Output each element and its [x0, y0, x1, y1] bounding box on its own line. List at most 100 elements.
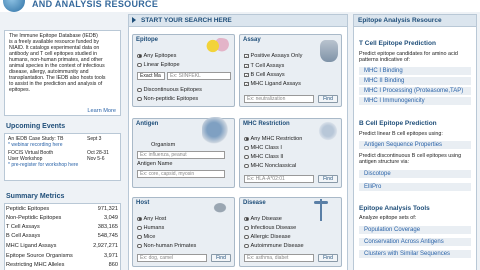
organism-label: Organism: [151, 142, 176, 148]
event-note[interactable]: * pre-register for workshop here: [8, 162, 78, 168]
metric-label: B Cell Assays: [6, 233, 41, 239]
ellipro-link[interactable]: ElliPro: [359, 182, 471, 191]
events-panel: An IEDB Case Study: TB Sept 3 * webinar …: [4, 133, 121, 181]
autoimmune-disease-radio[interactable]: Autoimmune Disease: [244, 243, 304, 249]
option-label: Non-human Primates: [143, 243, 197, 249]
event-date: Nov 5-6: [87, 156, 105, 162]
intro-text: The Immune Epitope Database (IEDB) is a …: [9, 33, 119, 93]
mhc-i-processing-link[interactable]: MHC I Processing (Proteasome,TAP): [359, 86, 471, 95]
mhc-class-ii-radio[interactable]: MHC Class II: [244, 154, 283, 160]
tools-title: Epitope Analysis Tools: [359, 205, 430, 212]
events-title: Upcoming Events: [6, 123, 66, 130]
disease-input[interactable]: Ex: asthma, diabet: [244, 254, 314, 262]
any-host-radio[interactable]: Any Host: [137, 216, 166, 222]
epitope-match-select[interactable]: Exact Ma: [137, 72, 165, 80]
option-label: Any Host: [143, 216, 167, 222]
bcell-desc: antigen structure via:: [359, 159, 410, 165]
option-label: Positive Assays Only: [250, 53, 303, 59]
mhc-box-title: MHC Restriction: [243, 121, 290, 127]
infectious-disease-radio[interactable]: Infectious Disease: [244, 225, 296, 231]
antigen-name-input[interactable]: Ex: core, capsid, myosin: [137, 170, 225, 178]
mhc-find-button[interactable]: Find: [318, 175, 338, 183]
metric-value: 3,971: [104, 253, 118, 259]
disease-box-title: Disease: [243, 200, 266, 206]
metric-row: Restricting MHC Alleles 860: [6, 262, 118, 268]
mice-radio[interactable]: Mice: [137, 234, 155, 240]
disease-find-button[interactable]: Find: [318, 254, 338, 262]
metric-label: Non-Peptidic Epitopes: [6, 215, 62, 221]
conservation-link[interactable]: Conservation Across Antigens: [359, 237, 471, 246]
tcell-title: T Cell Epitope Prediction: [359, 40, 436, 47]
assay-box-title: Assay: [243, 37, 261, 43]
mhc-ligand-assays-checkbox[interactable]: ✓ MHC Ligand Assays: [244, 81, 301, 87]
metric-label: MHC Ligand Assays: [6, 243, 57, 249]
event-date: Sept 3: [87, 136, 102, 142]
positive-assays-checkbox[interactable]: ✓ Positive Assays Only: [244, 53, 302, 59]
bcell-assays-checkbox[interactable]: ✓ B Cell Assays: [244, 72, 285, 78]
non-human-primates-radio[interactable]: Non-human Primates: [137, 243, 196, 249]
tcell-assays-checkbox[interactable]: ✓ T Cell Assays: [244, 63, 284, 69]
any-mhc-radio[interactable]: Any MHC Restriction: [244, 136, 302, 142]
antigen-box-title: Antigen: [136, 121, 159, 127]
intro-line: epitopes.: [9, 87, 31, 93]
caduceus-wings: [314, 201, 328, 204]
mhc-i-immunogenicity-link[interactable]: MHC I Immunogenicity: [359, 96, 471, 105]
option-label: Any MHC Restriction: [250, 136, 303, 142]
host-box-title: Host: [136, 200, 150, 206]
discontinuous-epitopes-radio[interactable]: Discontinuous Epitopes: [137, 87, 202, 93]
antigen-sequence-properties-link[interactable]: Antigen Sequence Properties: [359, 140, 471, 149]
assay-flask-icon: [320, 40, 338, 62]
assay-input[interactable]: Ex: neutralization: [244, 95, 314, 103]
analysis-title: Epitope Analysis Resource: [354, 15, 476, 27]
clusters-link[interactable]: Clusters with Similar Sequences: [359, 249, 471, 258]
metric-label: T Cell Assays: [6, 224, 40, 230]
option-label: Any Disease: [250, 216, 282, 222]
organism-input[interactable]: Ex: influenza, peanut: [137, 151, 225, 159]
population-coverage-link[interactable]: Population Coverage: [359, 225, 471, 234]
option-label: Non-peptidic Epitopes: [143, 96, 199, 102]
mhc-ii-binding-link[interactable]: MHC II Binding: [359, 76, 471, 85]
metric-value: 548,745: [97, 233, 118, 239]
tools-desc: Analyze epitope sets of:: [359, 215, 417, 221]
intro-panel: The Immune Epitope Database (IEDB) is a …: [4, 30, 121, 116]
tcell-desc: patterns indicative of:: [359, 57, 410, 63]
mhc-input[interactable]: Ex: HLA-A*02:01: [244, 175, 314, 183]
logo-text[interactable]: AND ANALYSIS RESOURCE: [32, 0, 158, 9]
learn-more-link[interactable]: Learn More: [87, 108, 116, 114]
event-note[interactable]: * webinar recording here: [8, 142, 62, 148]
non-peptidic-epitopes-radio[interactable]: Non-peptidic Epitopes: [137, 96, 198, 102]
option-label: Linear Epitope: [143, 62, 180, 68]
antigen-name-label: Antigen Name: [137, 161, 173, 167]
option-label: Autoimmune Disease: [250, 243, 304, 249]
metric-row: Non-Peptidic Epitopes 3,049: [6, 215, 118, 221]
discotope-link[interactable]: Discotope: [359, 169, 471, 178]
option-label: MHC Ligand Assays: [250, 81, 301, 87]
metric-label: Epitope Source Organisms: [6, 253, 73, 259]
search-panel-title: START YOUR SEARCH HERE: [129, 15, 347, 27]
metric-value: 2,927,271: [93, 243, 118, 249]
host-find-button[interactable]: Find: [211, 254, 231, 262]
option-label: B Cell Assays: [250, 72, 285, 78]
epitope-molecule-icon: [205, 38, 231, 54]
bcell-desc: Predict linear B cell epitopes using:: [359, 131, 443, 137]
mhc-i-binding-link[interactable]: MHC I Binding: [359, 66, 471, 75]
epitope-sequence-input[interactable]: Ex: SIINFEKL: [167, 72, 231, 80]
mhc-nonclassical-radio[interactable]: MHC Nonclassical: [244, 163, 296, 169]
humans-radio[interactable]: Humans: [137, 225, 164, 231]
epitope-box-title: Epitope: [136, 37, 158, 43]
metric-label: Peptidic Epitopes: [6, 206, 50, 212]
search-title-text: START YOUR SEARCH HERE: [141, 17, 232, 24]
disease-box: Disease Any Disease Infectious Disease A…: [239, 197, 342, 267]
host-input[interactable]: Ex: dog, camel: [137, 254, 207, 262]
any-epitopes-radio[interactable]: Any Epitopes: [137, 53, 176, 59]
mhc-class-i-radio[interactable]: MHC Class I: [244, 145, 282, 151]
assay-find-button[interactable]: Find: [318, 95, 338, 103]
option-label: T Cell Assays: [250, 63, 285, 69]
metrics-title: Summary Metrics: [6, 193, 65, 200]
linear-epitope-radio[interactable]: Linear Epitope: [137, 62, 180, 68]
any-disease-radio[interactable]: Any Disease: [244, 216, 282, 222]
metric-value: 860: [108, 262, 118, 268]
option-label: MHC Class I: [250, 145, 282, 151]
option-label: Any Epitopes: [143, 53, 177, 59]
allergic-disease-radio[interactable]: Allergic Disease: [244, 234, 291, 240]
